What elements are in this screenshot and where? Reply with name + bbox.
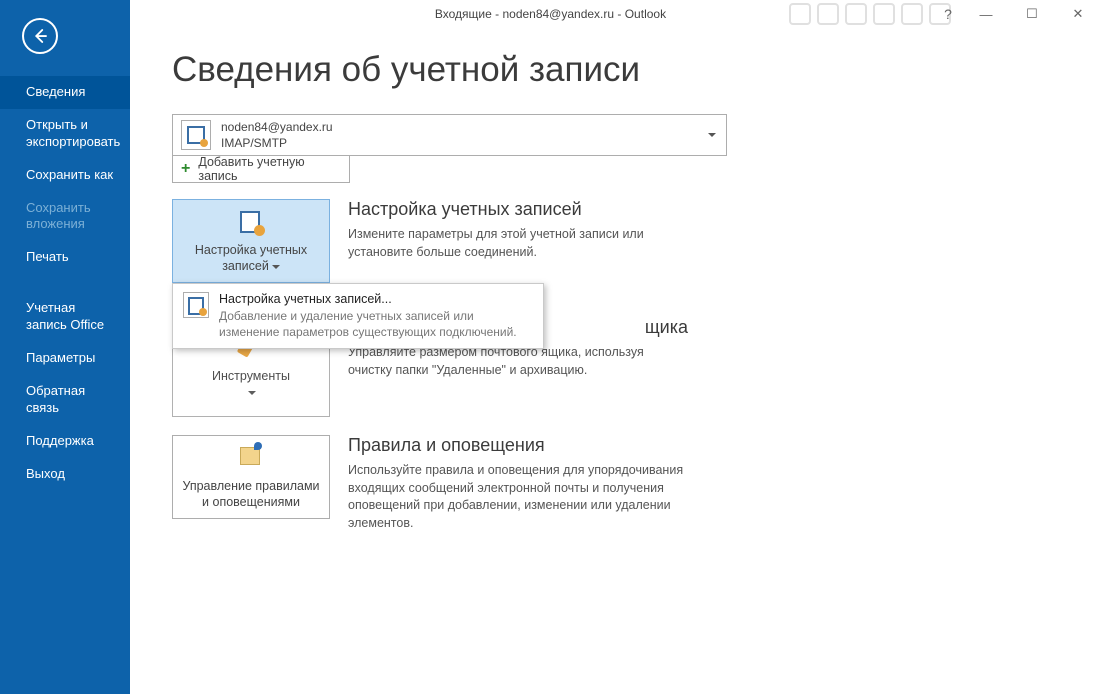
sidebar-item-feedback[interactable]: Обратная связь <box>0 375 130 425</box>
tile-label: Управление правилами и оповещениями <box>179 478 323 511</box>
user-gear-icon <box>237 208 265 236</box>
page-title: Сведения об учетной записи <box>172 50 1059 90</box>
tile-label: Настройка учетных записей <box>179 242 323 275</box>
account-texts: noden84@yandex.ru IMAP/SMTP <box>221 119 333 151</box>
dropdown-item-title: Настройка учетных записей... <box>219 292 533 306</box>
sidebar-item-save-attachments: Сохранить вложения <box>0 192 130 242</box>
account-icon <box>181 120 211 150</box>
account-settings-dropdown: Настройка учетных записей... Добавление … <box>172 283 544 349</box>
sidebar-item-label: Сведения <box>26 84 85 99</box>
sidebar-item-open-export[interactable]: Открыть и экспортировать <box>0 109 130 159</box>
section-text: Используйте правила и оповещения для упо… <box>348 462 688 532</box>
help-button[interactable]: ? <box>933 2 963 26</box>
minimize-button[interactable]: — <box>963 2 1009 26</box>
rules-icon <box>237 444 265 472</box>
maximize-button[interactable]: ☐ <box>1009 2 1055 26</box>
sidebar-item-label: Выход <box>26 466 65 481</box>
chevron-down-icon <box>272 265 280 269</box>
plus-icon: + <box>181 160 190 178</box>
sidebar-item-office-account[interactable]: Учетная запись Office <box>0 292 130 342</box>
sidebar-item-label: Открыть и экспортировать <box>26 117 120 149</box>
tile-row-account-settings: Настройка учетных записей Настройка учет… <box>172 199 1059 299</box>
sidebar-item-support[interactable]: Поддержка <box>0 425 130 458</box>
add-account-button[interactable]: + Добавить учетную запись <box>172 155 350 183</box>
account-settings-desc: Настройка учетных записей Измените парам… <box>348 199 688 261</box>
sidebar-item-label: Сохранить вложения <box>26 200 91 232</box>
add-account-label: Добавить учетную запись <box>198 155 341 183</box>
tile-label: Инструменты <box>212 368 290 401</box>
sidebar-item-label: Параметры <box>26 350 95 365</box>
content-area: Сведения об учетной записи noden84@yande… <box>130 0 1101 694</box>
section-heading: Правила и оповещения <box>348 435 688 456</box>
sidebar-item-label: Учетная запись Office <box>26 300 104 332</box>
dropdown-item-subtitle: Добавление и удаление учетных записей ил… <box>219 308 533 340</box>
titlebar-decoration <box>789 0 951 28</box>
sidebar-item-label: Обратная связь <box>26 383 85 415</box>
rules-desc: Правила и оповещения Используйте правила… <box>348 435 688 532</box>
rules-alerts-tile[interactable]: Управление правилами и оповещениями <box>172 435 330 519</box>
account-protocol: IMAP/SMTP <box>221 135 333 151</box>
sidebar-item-info[interactable]: Сведения <box>0 76 130 109</box>
section-text: Измените параметры для этой учетной запи… <box>348 226 688 261</box>
sidebar-item-exit[interactable]: Выход <box>0 458 130 491</box>
sidebar-item-label: Поддержка <box>26 433 94 448</box>
window-title: Входящие - noden84@yandex.ru - Outlook <box>435 7 666 21</box>
titlebar: Входящие - noden84@yandex.ru - Outlook ?… <box>0 0 1101 28</box>
sidebar-item-print[interactable]: Печать <box>0 241 130 274</box>
tile-row-rules: Управление правилами и оповещениями Прав… <box>172 435 1059 532</box>
close-button[interactable]: ✕ <box>1055 2 1101 26</box>
sidebar-item-save-as[interactable]: Сохранить как <box>0 159 130 192</box>
chevron-down-icon <box>708 133 716 137</box>
chevron-down-icon <box>248 391 256 395</box>
account-selector[interactable]: noden84@yandex.ru IMAP/SMTP <box>172 114 727 156</box>
backstage-sidebar: Сведения Открыть и экспортировать Сохран… <box>0 0 130 694</box>
dropdown-item[interactable]: Настройка учетных записей... Добавление … <box>219 292 533 340</box>
account-email: noden84@yandex.ru <box>221 119 333 135</box>
sidebar-item-label: Сохранить как <box>26 167 113 182</box>
section-heading: Настройка учетных записей <box>348 199 688 220</box>
window-controls: ? — ☐ ✕ <box>933 0 1101 28</box>
account-settings-tile[interactable]: Настройка учетных записей <box>172 199 330 283</box>
sidebar-item-label: Печать <box>26 249 69 264</box>
user-gear-icon <box>183 292 209 318</box>
arrow-left-icon <box>31 27 49 45</box>
sidebar-item-options[interactable]: Параметры <box>0 342 130 375</box>
back-button[interactable] <box>22 18 58 54</box>
